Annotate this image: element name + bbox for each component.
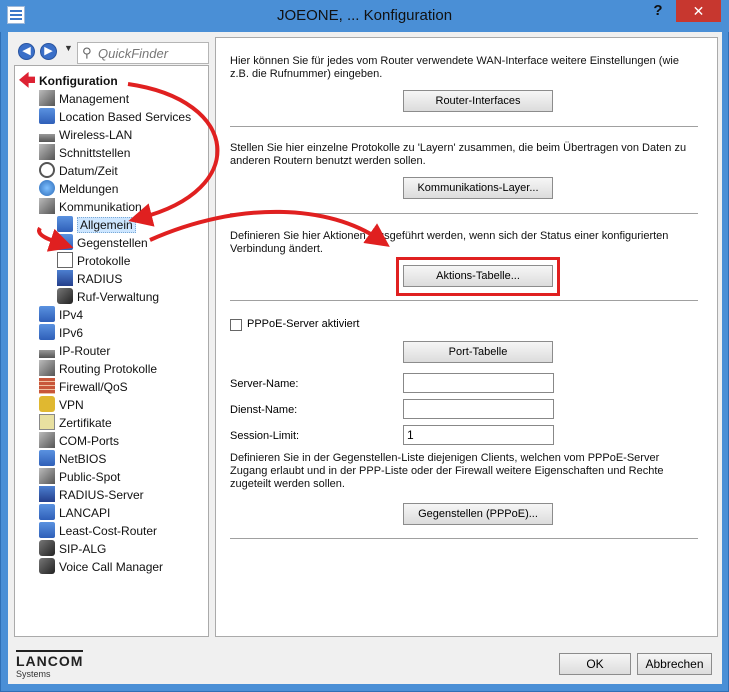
tree-item-ip-router[interactable]: IP-Router (39, 341, 110, 359)
config-root-icon (19, 71, 35, 88)
tree-item-kommunikation[interactable]: Kommunikation (39, 197, 142, 215)
location-icon (39, 107, 55, 124)
tree-item-ipv6[interactable]: IPv6 (39, 323, 83, 341)
service-name-label: Dienst-Name: (230, 404, 298, 416)
quickfinder-placeholder: QuickFinder (98, 46, 169, 61)
communication-icon (39, 197, 55, 214)
lock-icon (39, 395, 55, 412)
network-icon (39, 323, 55, 340)
section-wan-text: Hier können Sie für jedes vom Router ver… (230, 55, 679, 80)
cancel-button[interactable]: Abbrechen (637, 653, 712, 675)
server-icon (57, 269, 73, 286)
pppoe-server-label: PPPoE-Server aktiviert (247, 318, 360, 330)
search-icon: ⚲ (82, 45, 92, 60)
forward-arrow-icon[interactable]: ▶ (40, 43, 57, 60)
tree-item-zertifikate[interactable]: Zertifikate (39, 413, 112, 431)
quickfinder-input[interactable]: ⚲ QuickFinder (77, 42, 209, 64)
tree-item-com-ports[interactable]: COM-Ports (39, 431, 119, 449)
tree-item-management[interactable]: Management (39, 89, 129, 107)
history-dropdown-icon[interactable]: ▼ (64, 43, 73, 53)
window-title: JOEONE, ... Konfiguration (276, 7, 453, 24)
info-icon (39, 179, 55, 196)
port-icon (39, 431, 55, 448)
divider (230, 538, 698, 539)
section-layer-text: Stellen Sie hier einzelne Protokolle zu … (230, 142, 687, 167)
tree-item-netbios[interactable]: NetBIOS (39, 449, 106, 467)
divider (230, 300, 698, 301)
server-icon (39, 485, 55, 502)
section-pppoe-text: Definieren Sie in der Gegenstellen-Liste… (230, 452, 664, 490)
tree-item-public-spot[interactable]: Public-Spot (39, 467, 120, 485)
tree-item-location-based-services[interactable]: Location Based Services (39, 107, 191, 125)
phone-icon (39, 557, 55, 574)
network-icon (39, 449, 55, 466)
tree-item-routing-protokolle[interactable]: Routing Protokolle (39, 359, 157, 377)
server-name-field[interactable] (403, 373, 554, 393)
tree-item-least-cost-router[interactable]: Least-Cost-Router (39, 521, 157, 539)
section-actions-text: Definieren Sie hier Aktionen, ausgeführt… (230, 230, 669, 255)
port-table-button[interactable]: Port-Tabelle (403, 341, 553, 363)
lancom-logo: LANCOM Systems (16, 650, 84, 679)
title-bar: JOEONE, ... Konfiguration ? ✕ (0, 0, 729, 32)
tree-item-ipv4[interactable]: IPv4 (39, 305, 83, 323)
network-icon (39, 305, 55, 322)
tree-item-konfiguration[interactable]: Konfiguration (19, 71, 118, 89)
tree-item-datum-zeit[interactable]: Datum/Zeit (39, 161, 118, 179)
network-icon (57, 215, 73, 232)
server-name-label: Server-Name: (230, 378, 299, 390)
router-icon (39, 349, 55, 358)
ok-button[interactable]: OK (559, 653, 631, 675)
tree-item-lancapi[interactable]: LANCAPI (39, 503, 110, 521)
hotspot-icon (39, 467, 55, 484)
remote-sites-pppoe-button[interactable]: Gegenstellen (PPPoE)... (403, 503, 553, 525)
network-icon (39, 503, 55, 520)
tree-item-ruf-verwaltung[interactable]: Ruf-Verwaltung (57, 287, 159, 305)
tree-item-meldungen[interactable]: Meldungen (39, 179, 118, 197)
tree-item-sip-alg[interactable]: SIP-ALG (39, 539, 106, 557)
tree-item-firewall-qos[interactable]: Firewall/QoS (39, 377, 128, 395)
firewall-icon (39, 377, 55, 394)
divider (230, 213, 698, 214)
network-icon (57, 233, 73, 250)
close-button[interactable]: ✕ (676, 0, 721, 22)
settings-panel: Hier können Sie für jedes vom Router ver… (215, 37, 718, 637)
document-icon (57, 251, 73, 268)
service-name-field[interactable] (403, 399, 554, 419)
phone-icon (39, 539, 55, 556)
back-arrow-icon[interactable]: ◀ (18, 43, 35, 60)
divider (230, 126, 698, 127)
interfaces-icon (39, 143, 55, 160)
tree-item-radius[interactable]: RADIUS (57, 269, 122, 287)
call-icon (57, 287, 73, 304)
wlan-icon (39, 133, 55, 142)
dialog-body: ◀ ▶ ▼ ⚲ QuickFinder Konfiguration Manage… (8, 32, 722, 684)
tree-item-wireless-lan[interactable]: Wireless-LAN (39, 125, 132, 143)
certificate-icon (39, 413, 55, 430)
help-button[interactable]: ? (645, 0, 671, 22)
session-limit-label: Session-Limit: (230, 430, 300, 442)
annotation-highlight-box (396, 257, 560, 296)
tree-item-voice-call-manager[interactable]: Voice Call Manager (39, 557, 163, 575)
network-icon (39, 521, 55, 538)
config-tree[interactable]: Konfiguration Management Location Based … (14, 65, 209, 637)
tree-item-protokolle[interactable]: Protokolle (57, 251, 130, 269)
tree-item-schnittstellen[interactable]: Schnittstellen (39, 143, 130, 161)
pppoe-server-checkbox[interactable] (230, 319, 242, 331)
communication-layer-button[interactable]: Kommunikations-Layer... (403, 177, 553, 199)
session-limit-field[interactable]: 1 (403, 425, 554, 445)
tree-item-radius-server[interactable]: RADIUS-Server (39, 485, 144, 503)
router-interfaces-button[interactable]: Router-Interfaces (403, 90, 553, 112)
tree-item-allgemein[interactable]: Allgemein (57, 215, 136, 233)
clock-icon (39, 161, 55, 178)
management-icon (39, 89, 55, 106)
tree-item-gegenstellen[interactable]: Gegenstellen (57, 233, 148, 251)
routing-icon (39, 359, 55, 376)
tree-item-vpn[interactable]: VPN (39, 395, 84, 413)
